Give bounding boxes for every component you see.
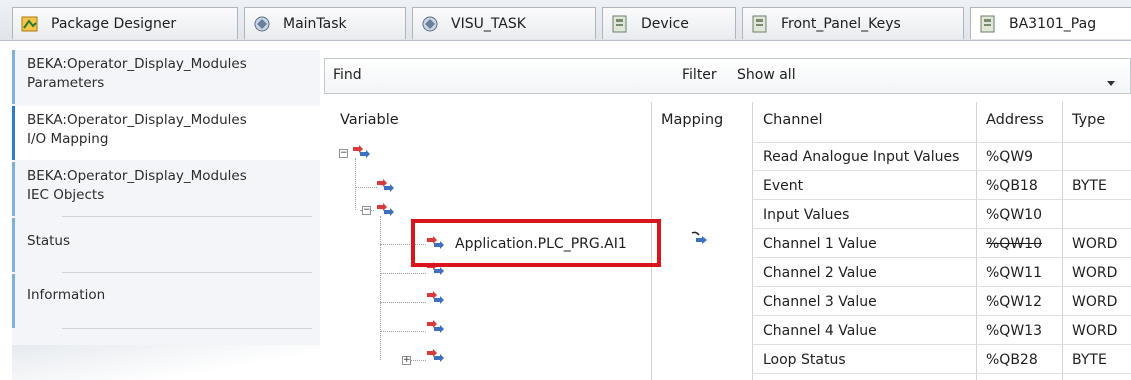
- nav-shadow: [12, 345, 320, 380]
- address-cell: %QW10: [986, 207, 1042, 223]
- nav-item-information[interactable]: Information: [12, 274, 320, 328]
- row-divider: [752, 170, 1131, 171]
- type-cell: WORD: [1072, 265, 1118, 281]
- tree-connector: [380, 273, 426, 274]
- tab-label: Package Designer: [51, 15, 177, 32]
- tree-connector: [380, 216, 381, 360]
- expand-toggle-icon[interactable]: +: [402, 356, 411, 365]
- tree-connector: [355, 158, 356, 210]
- dropdown-arrow-icon[interactable]: [1107, 81, 1115, 86]
- device-editor-nav: BEKA:Operator_Display_Modules Parameters…: [12, 50, 320, 380]
- io-channel-icon: [352, 144, 372, 160]
- nav-divider: [62, 216, 312, 217]
- collapse-toggle-icon[interactable]: −: [339, 149, 348, 158]
- type-cell: WORD: [1072, 294, 1118, 310]
- row-divider: [752, 228, 1131, 229]
- nav-divider: [62, 328, 312, 329]
- row-divider: [752, 142, 1131, 143]
- address-cell: %QW9: [986, 149, 1034, 165]
- nav-item-sublabel: I/O Mapping: [27, 131, 109, 147]
- channel-cell: Channel 3 Value: [763, 294, 877, 310]
- column-header-mapping[interactable]: Mapping: [661, 112, 723, 128]
- type-cell: BYTE: [1072, 178, 1107, 194]
- editor-tab-strip: Package Designer MainTask VISU_TASK Devi…: [0, 0, 1131, 41]
- tree-connector: [380, 302, 426, 303]
- io-channel-icon: [426, 319, 446, 335]
- nav-item-iec-objects[interactable]: BEKA:Operator_Display_Modules IEC Object…: [12, 162, 320, 216]
- channel-cell: Event: [763, 178, 804, 194]
- device-icon: [751, 15, 769, 33]
- tab-ba3101[interactable]: BA3101_Pag: [970, 7, 1131, 39]
- channel-cell: Input Values: [763, 207, 850, 223]
- column-header-channel[interactable]: Channel: [763, 112, 823, 128]
- task-icon: [253, 15, 271, 33]
- column-divider: [752, 102, 753, 380]
- address-cell: %QW11: [986, 265, 1042, 281]
- address-cell: %QW12: [986, 294, 1042, 310]
- channel-cell: Read Analogue Input Values: [763, 149, 960, 165]
- io-channel-icon: [376, 178, 396, 194]
- tree-connector: [355, 187, 377, 188]
- channel-cell: Channel 1 Value: [763, 236, 877, 252]
- nav-item-label: BEKA:Operator_Display_Modules: [27, 56, 247, 72]
- nav-item-status[interactable]: Status: [12, 218, 320, 272]
- tab-label: VISU_TASK: [451, 15, 526, 32]
- tab-label: MainTask: [283, 15, 347, 32]
- tab-maintask[interactable]: MainTask: [244, 7, 406, 39]
- collapse-toggle-icon[interactable]: −: [362, 206, 371, 215]
- nav-item-io-mapping[interactable]: BEKA:Operator_Display_Modules I/O Mappin…: [12, 106, 320, 160]
- tab-package-designer[interactable]: Package Designer: [12, 7, 238, 39]
- nav-item-sublabel: IEC Objects: [27, 187, 105, 203]
- type-cell: WORD: [1072, 323, 1118, 339]
- address-cell: %QB18: [986, 178, 1038, 194]
- type-cell: BYTE: [1072, 352, 1107, 368]
- filter-selected-value: Show all: [737, 67, 796, 83]
- filter-label: Filter: [682, 67, 717, 83]
- column-header-type[interactable]: Type: [1072, 112, 1105, 128]
- tree-connector: [380, 331, 426, 332]
- address-cell: %QB28: [986, 352, 1038, 368]
- row-divider: [752, 257, 1131, 258]
- nav-item-sublabel: Parameters: [27, 75, 105, 91]
- tab-label: Front_Panel_Keys: [781, 15, 901, 32]
- device-icon: [611, 15, 629, 33]
- nav-item-label: BEKA:Operator_Display_Modules: [27, 168, 247, 184]
- task-icon: [421, 15, 439, 33]
- filter-dropdown[interactable]: Show all: [737, 67, 1117, 87]
- io-channel-icon: [426, 348, 446, 364]
- row-divider: [752, 373, 1131, 374]
- tab-front-panel-keys[interactable]: Front_Panel_Keys: [742, 7, 964, 39]
- package-icon: [21, 15, 39, 33]
- channel-cell: Loop Status: [763, 352, 846, 368]
- nav-item-parameters[interactable]: BEKA:Operator_Display_Modules Parameters: [12, 50, 320, 104]
- row-divider: [752, 286, 1131, 287]
- nav-divider: [62, 272, 312, 273]
- column-divider: [1062, 102, 1063, 380]
- tab-visu-task[interactable]: VISU_TASK: [412, 7, 596, 39]
- type-cell: WORD: [1072, 236, 1118, 252]
- find-filter-bar: Find Filter Show all: [324, 58, 1131, 94]
- column-header-variable[interactable]: Variable: [340, 112, 399, 128]
- row-divider: [752, 315, 1131, 316]
- nav-item-label: Status: [27, 233, 71, 249]
- mapping-existing-variable-icon[interactable]: [690, 231, 710, 247]
- tab-device[interactable]: Device: [602, 7, 736, 39]
- io-channel-icon: [376, 202, 396, 218]
- address-cell: %QW10: [986, 236, 1042, 252]
- device-icon: [979, 15, 997, 33]
- nav-item-label: BEKA:Operator_Display_Modules: [27, 112, 247, 128]
- highlight-annotation-box: [411, 219, 661, 267]
- channel-cell: Channel 2 Value: [763, 265, 877, 281]
- tab-label: BA3101_Pag: [1009, 15, 1097, 32]
- io-channel-icon: [426, 290, 446, 306]
- column-divider: [976, 102, 977, 380]
- address-cell: %QW13: [986, 323, 1042, 339]
- column-header-address[interactable]: Address: [986, 112, 1044, 128]
- channel-cell: Channel 4 Value: [763, 323, 877, 339]
- row-divider: [752, 344, 1131, 345]
- nav-item-label: Information: [27, 287, 106, 303]
- row-divider: [752, 199, 1131, 200]
- tab-label: Device: [641, 15, 689, 32]
